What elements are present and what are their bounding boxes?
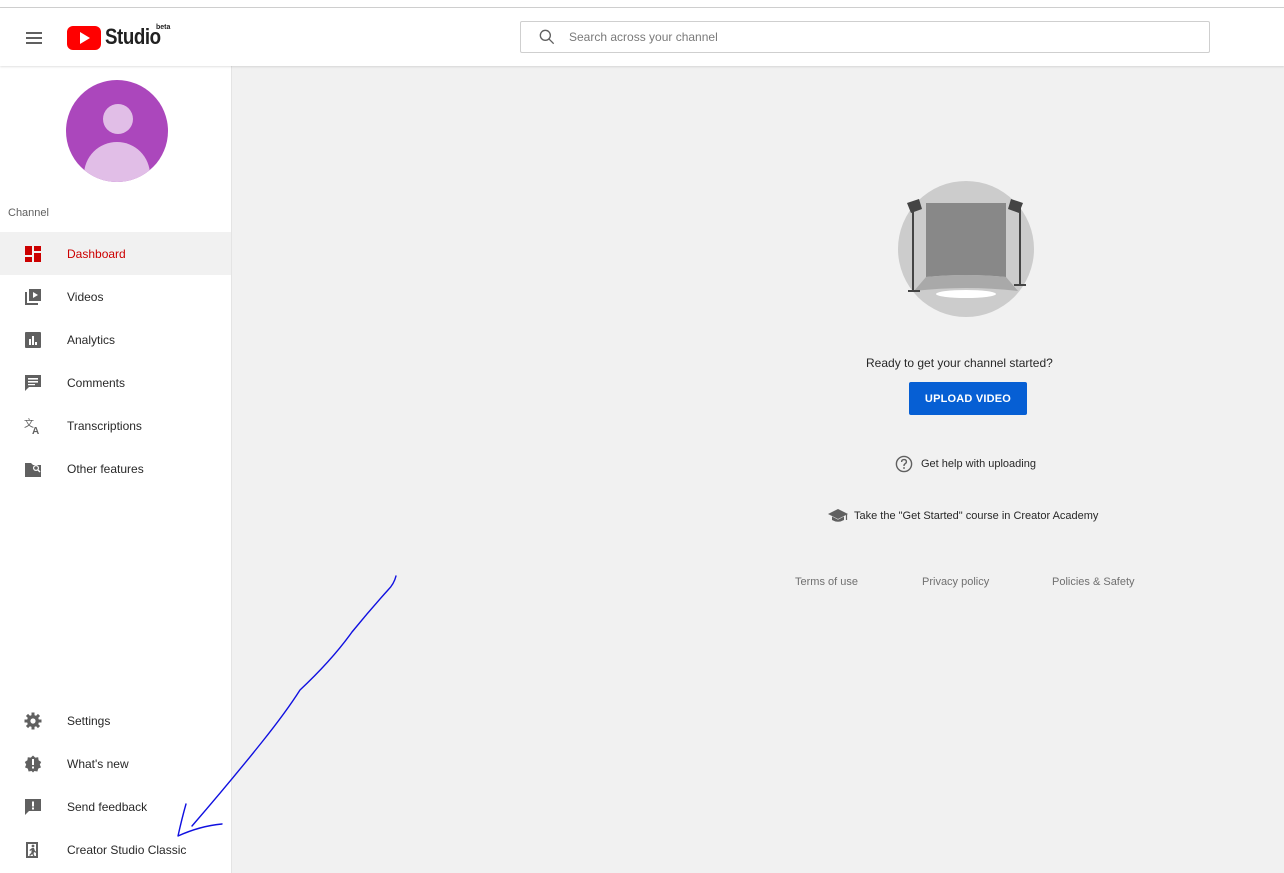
- search-bar[interactable]: [520, 21, 1210, 53]
- analytics-icon: [24, 331, 42, 349]
- studio-illustration: [898, 181, 1034, 317]
- channel-section-label: Channel: [8, 207, 49, 219]
- youtube-play-icon: [67, 26, 101, 50]
- whats-new-icon: [24, 755, 42, 773]
- sidebar-item-creator-studio-classic[interactable]: Creator Studio Classic: [0, 828, 231, 871]
- sidebar-item-send-feedback[interactable]: Send feedback: [0, 785, 231, 828]
- sidebar-item-whats-new[interactable]: What's new: [0, 742, 231, 785]
- avatar-head: [103, 104, 133, 134]
- studio-logo[interactable]: Studio beta: [67, 23, 170, 53]
- ready-message: Ready to get your channel started?: [866, 356, 1053, 370]
- sidebar-item-dashboard[interactable]: Dashboard: [0, 232, 231, 275]
- beta-badge: beta: [156, 24, 171, 31]
- avatar-body: [84, 142, 150, 182]
- creator-academy-link[interactable]: Take the "Get Started" course in Creator…: [828, 508, 1098, 524]
- graduation-cap-icon: [828, 509, 848, 522]
- sidebar-item-label: Comments: [67, 375, 126, 390]
- translate-icon: 文 A: [24, 417, 42, 435]
- terms-of-use-link[interactable]: Terms of use: [795, 576, 858, 588]
- sidebar-item-analytics[interactable]: Analytics: [0, 318, 231, 361]
- sidebar-item-settings[interactable]: Settings: [0, 699, 231, 742]
- menu-icon: [26, 32, 42, 44]
- help-uploading-link[interactable]: Get help with uploading: [895, 455, 1036, 473]
- svg-text:A: A: [32, 426, 39, 435]
- comments-icon: [24, 374, 42, 392]
- upload-video-button[interactable]: UPLOAD VIDEO: [909, 382, 1027, 415]
- sidebar-item-label: Transcriptions: [67, 418, 142, 433]
- sidebar-item-label: Other features: [67, 461, 144, 476]
- left-sidebar: Channel Dashboard Videos Analytics Comme…: [0, 66, 232, 873]
- help-icon: [895, 455, 913, 473]
- channel-avatar[interactable]: [66, 80, 168, 182]
- sidebar-item-label: What's new: [67, 756, 129, 771]
- sidebar-item-label: Analytics: [67, 332, 116, 347]
- main-content: [232, 66, 1284, 873]
- sidebar-item-label: Videos: [67, 289, 104, 304]
- sidebar-item-transcriptions[interactable]: 文 A Transcriptions: [0, 404, 231, 447]
- sidebar-item-label: Settings: [67, 713, 111, 728]
- videos-icon: [24, 288, 42, 306]
- academy-link-text: Take the "Get Started" course in Creator…: [854, 510, 1099, 522]
- window-top-edge: [0, 0, 1284, 8]
- gear-icon: [24, 712, 42, 730]
- sidebar-item-label: Dashboard: [67, 246, 126, 261]
- sidebar-item-label: Send feedback: [67, 799, 148, 814]
- hamburger-menu-button[interactable]: [22, 26, 46, 50]
- sidebar-item-other-features[interactable]: Other features: [0, 447, 231, 490]
- search-input[interactable]: [569, 30, 1169, 44]
- privacy-policy-link[interactable]: Privacy policy: [922, 576, 989, 588]
- sidebar-item-label: Creator Studio Classic: [67, 842, 187, 857]
- sidebar-item-comments[interactable]: Comments: [0, 361, 231, 404]
- sidebar-item-videos[interactable]: Videos: [0, 275, 231, 318]
- policies-safety-link[interactable]: Policies & Safety: [1052, 576, 1135, 588]
- feedback-icon: [24, 798, 42, 816]
- dashboard-icon: [24, 245, 42, 263]
- search-icon: [539, 29, 555, 45]
- logo-text: Studio: [105, 24, 161, 49]
- help-link-text: Get help with uploading: [921, 458, 1036, 470]
- exit-icon: [24, 841, 42, 859]
- top-app-bar: Studio beta: [0, 8, 1284, 66]
- other-features-icon: [24, 460, 42, 478]
